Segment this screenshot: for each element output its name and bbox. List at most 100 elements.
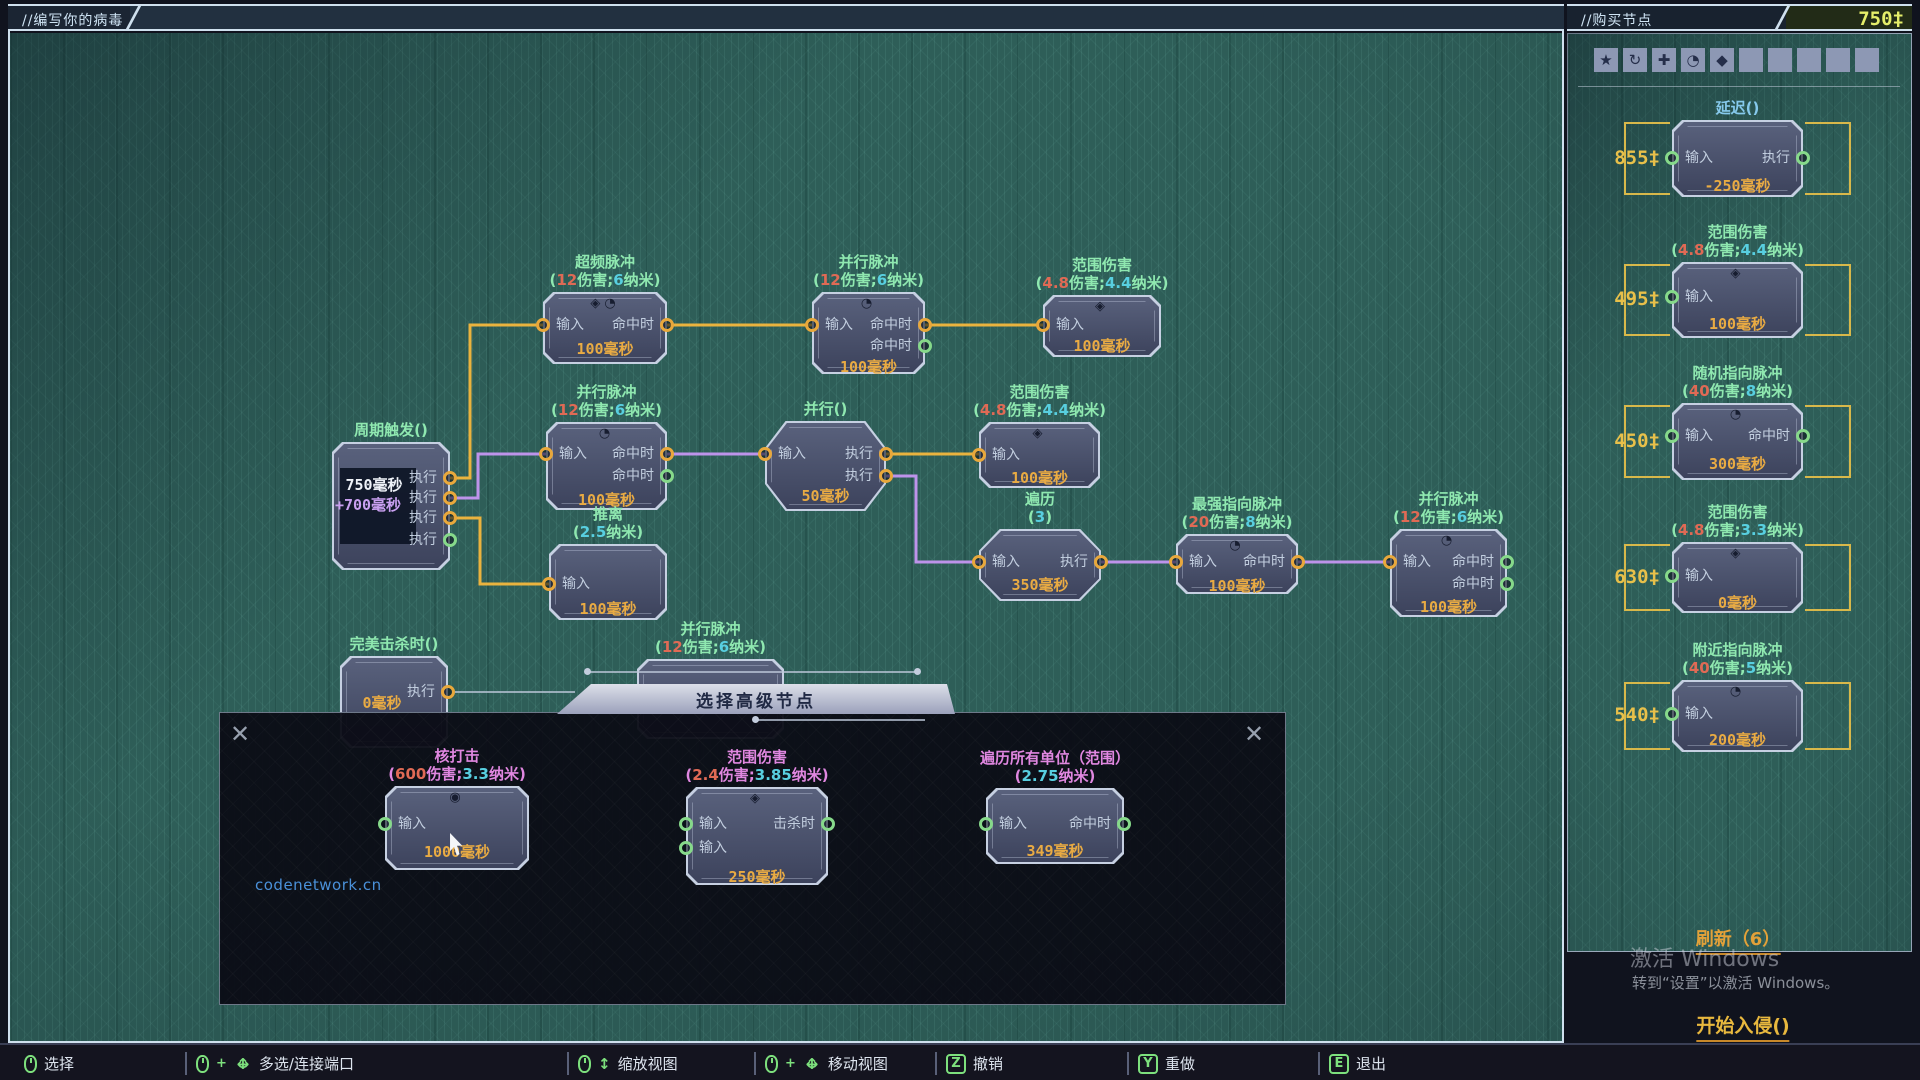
text-segment: ( (1393, 508, 1400, 526)
text-segment: 伤害; (683, 638, 719, 656)
shop-tab-icon-6[interactable] (1739, 48, 1763, 72)
overclock-pulse-node-icon: ◈◔ (590, 296, 619, 311)
parallel-pulse-mid-output-port[interactable] (660, 447, 674, 461)
currency-balance: 750‡ (1858, 8, 1904, 30)
area-damage-mid-input-port[interactable] (972, 448, 986, 462)
parallel-fn-output-port[interactable] (879, 447, 893, 461)
parallel-pulse-top-port-label: 命中时 (870, 316, 912, 334)
parallel-pulse-top-input-port[interactable] (805, 318, 819, 332)
text-segment: 6 (1457, 508, 1467, 526)
nuke-strike-input-port[interactable] (378, 817, 392, 831)
shop-tab-icon-5[interactable]: ◆ (1710, 48, 1734, 72)
parallel-pulse-top-output-port[interactable] (918, 318, 932, 332)
cycle-trigger-output-port[interactable] (443, 491, 457, 505)
shop-tab-icon-8[interactable] (1797, 48, 1821, 72)
cycle-trigger-output-port[interactable] (443, 533, 457, 547)
text-segment: 伤害; (1705, 241, 1741, 259)
overclock-pulse-output-port[interactable] (660, 318, 674, 332)
text-segment: 伤害; (841, 271, 877, 289)
text-segment: 4.4 (1741, 241, 1768, 259)
text-segment: ) (1045, 508, 1052, 526)
text-segment: 40 (1689, 659, 1710, 677)
text-segment: 纳米) (792, 766, 829, 784)
text-segment: 超频脉冲 (575, 253, 635, 271)
parallel-fn-port-label: 执行 (845, 445, 873, 463)
area-damage-advanced-port-label: 输入 (699, 839, 727, 857)
parallel-pulse-top-title: 并行脉冲 (838, 253, 898, 271)
shop-tab-icon-7[interactable] (1768, 48, 1792, 72)
text-segment: ( (1015, 767, 1022, 785)
brand-watermark: codenetwork.cn (255, 876, 382, 894)
area-damage-top-title: 范围伤害 (1072, 256, 1132, 274)
toolbar-hint-移动视图[interactable]: +↔↕移动视图 (765, 1045, 888, 1080)
text-segment: 纳米) (489, 765, 526, 783)
parallel-pulse-top-output-port[interactable] (918, 339, 932, 353)
shop-tab-icon-9[interactable] (1826, 48, 1850, 72)
toolbar-hint-撤销[interactable]: Z撤销 (946, 1045, 1003, 1080)
toolbar-hint-多选/连接端口[interactable]: +↔↕多选/连接端口 (196, 1045, 354, 1080)
strongest-directed-pulse-port-label: 命中时 (1243, 553, 1285, 571)
traverse-all-units-port-label: 命中时 (1069, 815, 1111, 833)
plus-icon: + (216, 1056, 227, 1071)
price-bracket-right (1805, 682, 1851, 750)
text-segment: 8 (1746, 382, 1756, 400)
traverse-fn-output-port[interactable] (1094, 555, 1108, 569)
area-damage-top-node-icon: ◈ (1095, 299, 1109, 314)
parallel-fn-output-port[interactable] (879, 469, 893, 483)
cycle-trigger-output-port[interactable] (443, 511, 457, 525)
move-arrows-icon: ↔↕ (234, 1055, 252, 1073)
parallel-pulse-right-output-port[interactable] (1500, 577, 1514, 591)
shop-delay-port-label: 输入 (1685, 149, 1713, 167)
parallel-pulse-right-output-port[interactable] (1500, 555, 1514, 569)
area-damage-advanced-input-port[interactable] (679, 817, 693, 831)
traverse-all-units-output-port[interactable] (1117, 817, 1131, 831)
shop-tab-icon-2[interactable]: ↻ (1623, 48, 1647, 72)
parallel-pulse-right-port-label: 输入 (1403, 553, 1431, 571)
parallel-pulse-right-duration: 100毫秒 (1420, 596, 1477, 617)
toolbar-hint-退出[interactable]: E退出 (1329, 1045, 1386, 1080)
text-segment: ( (549, 271, 556, 289)
area-damage-advanced-node-icon: ◈ (750, 791, 764, 806)
text-segment: 12 (558, 401, 579, 419)
area-damage-advanced-output-port[interactable] (821, 817, 835, 831)
toolbar-hint-选择[interactable]: 选择 (24, 1045, 74, 1080)
parallel-pulse-mid-input-port[interactable] (539, 447, 553, 461)
strongest-directed-pulse-input-port[interactable] (1169, 555, 1183, 569)
area-damage-top-input-port[interactable] (1036, 318, 1050, 332)
shop-random-directed-pulse-node-icon: ◔ (1730, 407, 1745, 422)
toolbar-hint-重做[interactable]: Y重做 (1138, 1045, 1195, 1080)
toolbar-hint-缩放视图[interactable]: ↕缩放视图 (578, 1045, 678, 1080)
text-segment: ( (973, 401, 980, 419)
text-segment: 范围伤害 (1009, 383, 1069, 401)
push-away-input-port[interactable] (542, 577, 556, 591)
dialog-deco-dot (914, 668, 921, 675)
parallel-pulse-mid-node-icon: ◔ (599, 426, 614, 441)
parallel-fn-input-port[interactable] (758, 447, 772, 461)
text-segment: ( (1028, 508, 1035, 526)
perfect-kill-output-port[interactable] (441, 685, 455, 699)
overclock-pulse-input-port[interactable] (536, 318, 550, 332)
text-segment: 纳米) (1132, 274, 1169, 292)
text-segment: 范围伤害 (1707, 503, 1767, 521)
area-damage-advanced-input-port[interactable] (679, 841, 693, 855)
cycle-trigger-output-port[interactable] (443, 471, 457, 485)
parallel-pulse-mid-output-port[interactable] (660, 469, 674, 483)
traverse-fn-input-port[interactable] (972, 555, 986, 569)
text-segment: 纳米) (1767, 521, 1804, 539)
shop-tab-icon-3[interactable]: ✚ (1652, 48, 1676, 72)
shop-tab-icon-1[interactable]: ★ (1594, 48, 1618, 72)
text-segment: 纳米) (1756, 659, 1793, 677)
area-damage-mid-duration: 100毫秒 (1011, 467, 1068, 488)
strongest-directed-pulse-output-port[interactable] (1291, 555, 1305, 569)
text-segment: 4.8 (980, 401, 1007, 419)
area-damage-advanced-duration: 250毫秒 (728, 866, 785, 887)
parallel-pulse-right-input-port[interactable] (1383, 555, 1397, 569)
traverse-all-units-input-port[interactable] (979, 817, 993, 831)
shop-tab-icon-10[interactable] (1855, 48, 1879, 72)
text-segment: 40 (1689, 382, 1710, 400)
shop-tab-icon-4[interactable]: ◔ (1681, 48, 1705, 72)
start-intrusion-button[interactable]: 开始入侵() (1696, 1011, 1789, 1042)
traverse-fn-title: 遍历 (1025, 490, 1055, 508)
parallel-pulse-mid-port-label: 输入 (559, 445, 587, 463)
text-segment: 范围伤害 (1707, 223, 1767, 241)
